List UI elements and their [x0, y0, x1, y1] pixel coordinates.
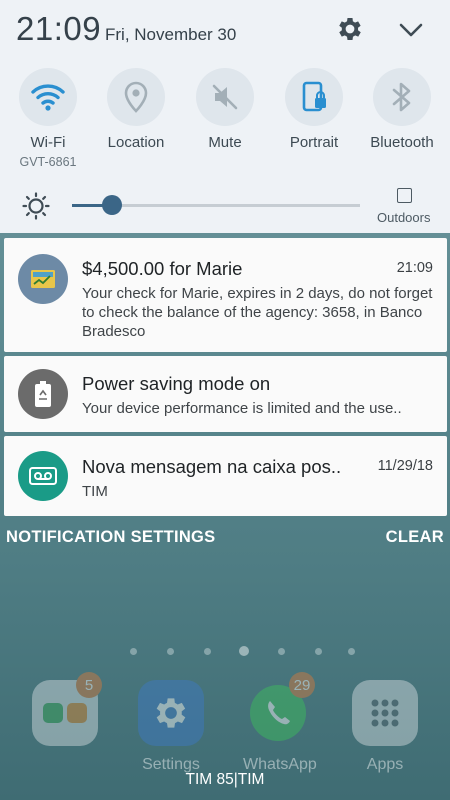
clear-button[interactable]: CLEAR	[386, 528, 444, 547]
brightness-slider-thumb[interactable]	[102, 195, 122, 215]
toggle-sub-label: GVT-6861	[19, 155, 77, 169]
notification-title: Power saving mode on	[82, 373, 271, 394]
toggle-label: Portrait	[289, 134, 339, 151]
notification-title: $4,500.00 for Marie	[82, 258, 243, 279]
notification-body: TIM	[82, 483, 108, 500]
notification-time: 21:09	[396, 260, 433, 276]
status-header: 21:09 Fri, November 30	[0, 0, 450, 60]
voicemail-icon	[18, 451, 68, 501]
notification-check[interactable]: $4,500.00 for Marie 21:09 Your check for…	[4, 238, 447, 352]
chevron-down-icon[interactable]	[396, 18, 426, 42]
outdoors-label: Outdoors	[377, 210, 431, 225]
page-dot	[130, 648, 137, 655]
page-dot	[348, 648, 355, 655]
app-whatsapp[interactable]: 29 WhatsApp	[243, 672, 317, 774]
notification-body: Your check for Marie, expires in 2 days,…	[82, 285, 433, 340]
toggle-label: Mute	[208, 134, 242, 151]
brightness-row: Outdoors	[0, 183, 450, 228]
page-dot	[204, 648, 211, 655]
portrait-lock-icon	[285, 68, 343, 126]
folder-phone-contacts-icon: 5	[32, 672, 102, 746]
wifi-icon	[19, 68, 77, 126]
toggle-bluetooth[interactable]: Bluetooth	[362, 68, 442, 151]
toggle-location[interactable]: Location	[96, 68, 176, 151]
brightness-slider[interactable]	[72, 195, 360, 215]
check-app-icon	[18, 254, 68, 304]
page-indicator	[130, 646, 360, 658]
toggle-portrait[interactable]: Portrait	[274, 68, 354, 151]
apps-grid-icon	[352, 680, 418, 746]
notification-power-saving[interactable]: Power saving mode on Your device perform…	[4, 356, 447, 432]
settings-gear-icon	[138, 680, 204, 746]
location-icon	[107, 68, 165, 126]
notification-badge: 29	[289, 672, 315, 698]
settings-gear-icon[interactable]	[335, 14, 365, 44]
toggle-label: Wi-Fi	[30, 134, 66, 151]
quick-toggles: Wi-Fi GVT-6861 Location Mute Portrait Bl…	[0, 68, 450, 178]
page-dot-active	[239, 646, 249, 656]
notification-time: 11/29/18	[377, 458, 433, 474]
toggle-mute[interactable]: Mute	[185, 68, 265, 151]
page-dot	[278, 648, 285, 655]
bluetooth-icon	[373, 68, 431, 126]
battery-recycle-icon	[18, 369, 68, 419]
notification-actions: NOTIFICATION SETTINGS CLEAR	[0, 524, 450, 550]
toggle-label: Location	[107, 134, 165, 151]
page-dot	[315, 648, 322, 655]
outdoors-checkbox[interactable]	[397, 188, 412, 203]
mute-icon	[196, 68, 254, 126]
home-screen-background: 5 Settings 29 WhatsApp Apps	[0, 600, 450, 800]
app-settings[interactable]: Settings	[136, 680, 206, 774]
quick-settings-panel: 21:09 Fri, November 30 Wi-Fi GVT-6861 Lo…	[0, 0, 450, 233]
toggle-wifi[interactable]: Wi-Fi GVT-6861	[8, 68, 88, 169]
notification-body: Your device performance is limited and t…	[82, 400, 402, 417]
notification-settings-button[interactable]: NOTIFICATION SETTINGS	[6, 528, 216, 547]
notification-title: Nova mensagem na caixa pos..	[82, 456, 342, 477]
whatsapp-icon: 29	[245, 672, 315, 746]
clock: 21:09	[16, 10, 102, 47]
app-folder[interactable]: 5	[30, 672, 102, 746]
notification-voicemail[interactable]: Nova mensagem na caixa pos.. 11/29/18 TI…	[4, 436, 447, 516]
app-drawer[interactable]: Apps	[350, 680, 420, 774]
notification-badge: 5	[76, 672, 102, 698]
toggle-label: Bluetooth	[370, 134, 434, 151]
date: Fri, November 30	[105, 25, 237, 44]
brightness-sun-icon	[22, 192, 50, 220]
carrier-label: TIM 85|TIM	[185, 771, 265, 788]
page-dot	[167, 648, 174, 655]
